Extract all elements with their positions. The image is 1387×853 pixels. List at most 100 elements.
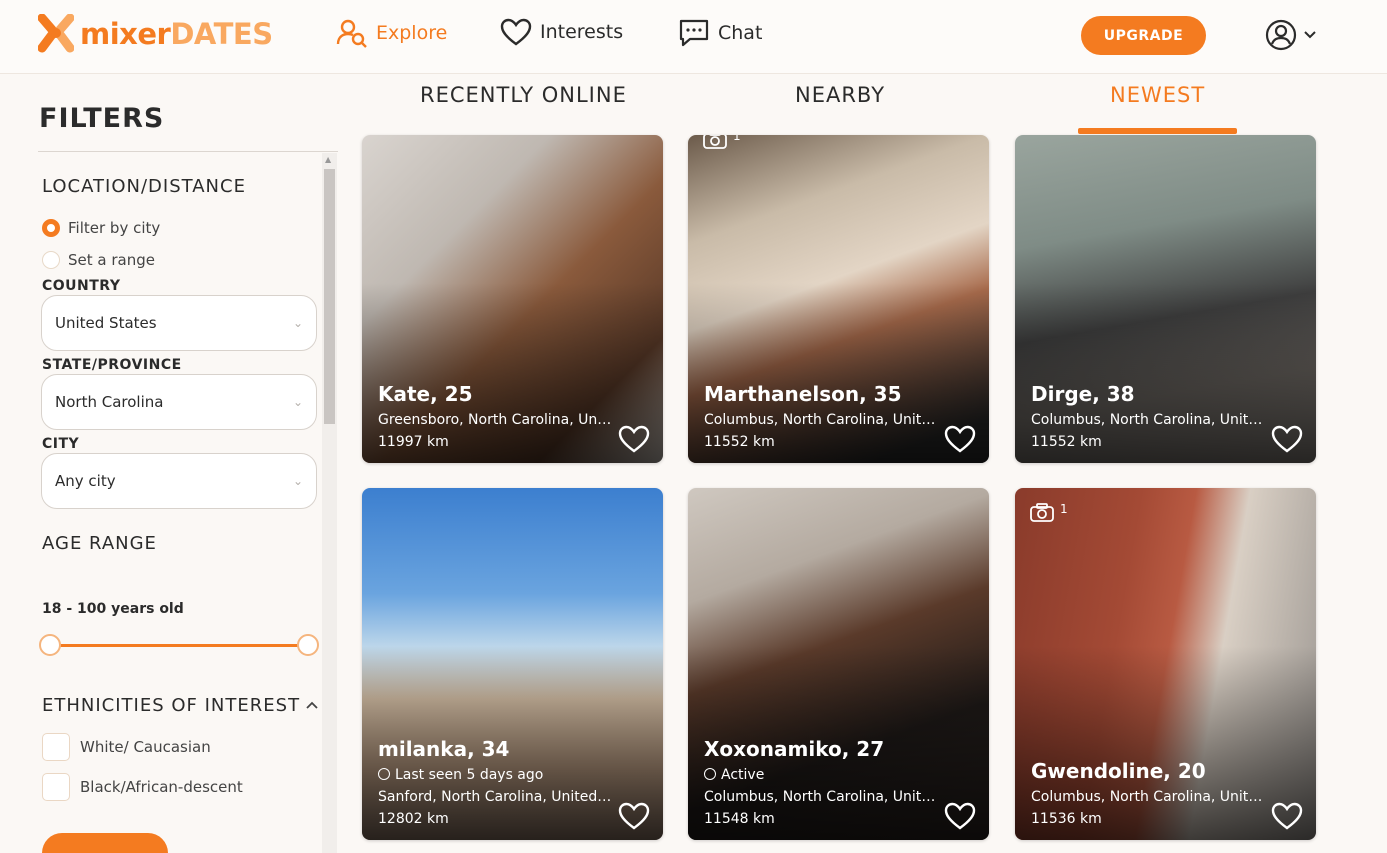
ethnicities-section-title: ETHNICITIES OF INTEREST bbox=[42, 695, 301, 716]
logo-x-icon bbox=[37, 13, 75, 54]
profile-card[interactable]: Xoxonamiko, 27 Active Columbus, North Ca… bbox=[688, 488, 989, 840]
nav-chat[interactable]: Chat bbox=[678, 18, 762, 48]
nav-interests[interactable]: Interests bbox=[500, 18, 623, 46]
photo-count-value: 1 bbox=[733, 135, 741, 143]
profile-name: Xoxonamiko, 27 bbox=[704, 737, 885, 761]
profile-distance: 11552 km bbox=[1031, 434, 1102, 450]
sidebar-scrollbar[interactable]: ▲ bbox=[322, 153, 337, 853]
like-heart-icon[interactable] bbox=[618, 425, 650, 453]
chat-bubble-icon bbox=[679, 19, 709, 47]
city-label: CITY bbox=[42, 436, 80, 452]
account-menu[interactable] bbox=[1265, 19, 1317, 51]
nav-explore-label: Explore bbox=[376, 22, 448, 44]
ethnicity-option-white[interactable]: White/ Caucasian bbox=[42, 733, 211, 761]
filters-title: FILTERS bbox=[39, 103, 165, 134]
checkbox[interactable] bbox=[42, 733, 70, 761]
status-circle-icon bbox=[704, 768, 716, 780]
profile-card[interactable]: 1 Gwendoline, 20 Columbus, North Carolin… bbox=[1015, 488, 1316, 840]
profile-distance: 11536 km bbox=[1031, 811, 1102, 827]
profile-card[interactable]: Dirge, 38 Columbus, North Carolina, Unit… bbox=[1015, 135, 1316, 463]
checkbox-label: Black/African-descent bbox=[80, 778, 243, 796]
photo-count-value: 1 bbox=[1060, 502, 1068, 516]
photo-count: 1 bbox=[1029, 502, 1068, 522]
age-slider-track[interactable] bbox=[50, 644, 308, 647]
logo[interactable]: mixerDATES bbox=[37, 13, 273, 54]
country-select[interactable]: United States ⌄ bbox=[41, 295, 317, 351]
state-label: STATE/PROVINCE bbox=[42, 357, 182, 373]
profile-card[interactable]: milanka, 34 Last seen 5 days ago Sanford… bbox=[362, 488, 663, 840]
like-heart-icon[interactable] bbox=[944, 802, 976, 830]
photo-count: 1 bbox=[702, 135, 741, 149]
profile-location: Sanford, North Carolina, United St... bbox=[378, 789, 613, 805]
top-header: mixerDATES Explore Interests Chat UPGRAD… bbox=[0, 0, 1387, 74]
like-heart-icon[interactable] bbox=[618, 802, 650, 830]
age-section-title: AGE RANGE bbox=[42, 533, 157, 554]
camera-icon bbox=[703, 135, 727, 149]
chevron-down-icon: ⌄ bbox=[292, 474, 303, 488]
profile-card[interactable]: Kate, 25 Greensboro, North Carolina, Uni… bbox=[362, 135, 663, 463]
profile-status: Last seen 5 days ago bbox=[378, 764, 613, 786]
checkbox-label: White/ Caucasian bbox=[80, 738, 211, 756]
filters-sidebar: FILTERS ▲ LOCATION/DISTANCE Filter by ci… bbox=[0, 75, 338, 853]
profile-location: Columbus, North Carolina, United ... bbox=[704, 789, 939, 805]
tab-nearby[interactable]: NEARBY bbox=[795, 83, 885, 107]
profile-info: Gwendoline, 20 Columbus, North Carolina,… bbox=[1031, 759, 1266, 830]
age-slider-max-handle[interactable] bbox=[297, 634, 319, 656]
chevron-down-icon bbox=[1304, 31, 1316, 39]
profile-location: Columbus, North Carolina, United ... bbox=[704, 412, 939, 428]
state-select[interactable]: North Carolina ⌄ bbox=[41, 374, 317, 430]
scroll-up-arrow-icon[interactable]: ▲ bbox=[325, 155, 331, 164]
profile-info: Marthanelson, 35 Columbus, North Carolin… bbox=[704, 382, 939, 453]
scroll-thumb[interactable] bbox=[324, 169, 335, 424]
profile-location: Greensboro, North Carolina, Unite... bbox=[378, 412, 613, 428]
radio-label: Filter by city bbox=[68, 219, 161, 237]
like-heart-icon[interactable] bbox=[1271, 802, 1303, 830]
radio-filter-by-city[interactable]: Filter by city bbox=[42, 219, 160, 237]
profile-distance: 12802 km bbox=[378, 811, 449, 827]
upgrade-button[interactable]: UPGRADE bbox=[1081, 16, 1206, 55]
profile-info: Kate, 25 Greensboro, North Carolina, Uni… bbox=[378, 382, 613, 453]
profile-location: Columbus, North Carolina, United ... bbox=[1031, 789, 1266, 805]
radio-label: Set a range bbox=[68, 251, 155, 269]
chevron-up-icon[interactable] bbox=[305, 700, 319, 710]
profile-distance: 11997 km bbox=[378, 434, 449, 450]
like-heart-icon[interactable] bbox=[944, 425, 976, 453]
tab-recently-online[interactable]: RECENTLY ONLINE bbox=[420, 83, 627, 107]
radio-checked-icon[interactable] bbox=[42, 219, 60, 237]
country-value: United States bbox=[55, 314, 157, 332]
ethnicity-option-black[interactable]: Black/African-descent bbox=[42, 773, 243, 801]
profile-info: Xoxonamiko, 27 Active Columbus, North Ca… bbox=[704, 737, 939, 830]
like-heart-icon[interactable] bbox=[1271, 425, 1303, 453]
user-avatar-icon bbox=[1265, 19, 1297, 51]
profile-info: milanka, 34 Last seen 5 days ago Sanford… bbox=[378, 737, 613, 830]
city-select[interactable]: Any city ⌄ bbox=[41, 453, 317, 509]
age-range-value: 18 - 100 years old bbox=[42, 601, 184, 617]
apply-filters-button[interactable] bbox=[42, 833, 168, 853]
location-section-title: LOCATION/DISTANCE bbox=[42, 176, 246, 197]
tab-newest[interactable]: NEWEST bbox=[1110, 83, 1205, 107]
profile-card[interactable]: 1 Marthanelson, 35 Columbus, North Carol… bbox=[688, 135, 989, 463]
nav-explore[interactable]: Explore bbox=[336, 18, 447, 48]
nav-interests-label: Interests bbox=[540, 21, 624, 43]
profile-name: Dirge, 38 bbox=[1031, 382, 1135, 406]
chevron-down-icon: ⌄ bbox=[292, 316, 303, 330]
camera-icon bbox=[1030, 503, 1054, 522]
chevron-down-icon: ⌄ bbox=[292, 395, 303, 409]
radio-unchecked-icon[interactable] bbox=[42, 251, 60, 269]
age-slider-min-handle[interactable] bbox=[39, 634, 61, 656]
status-circle-icon bbox=[378, 768, 390, 780]
explore-user-search-icon bbox=[336, 19, 367, 48]
profile-info: Dirge, 38 Columbus, North Carolina, Unit… bbox=[1031, 382, 1266, 453]
active-tab-indicator bbox=[1078, 128, 1237, 134]
profile-status: Active bbox=[704, 764, 939, 786]
divider bbox=[38, 151, 338, 152]
radio-set-a-range[interactable]: Set a range bbox=[42, 251, 155, 269]
profile-name: Kate, 25 bbox=[378, 382, 473, 406]
profile-location: Columbus, North Carolina, United ... bbox=[1031, 412, 1266, 428]
profile-name: Gwendoline, 20 bbox=[1031, 759, 1206, 783]
country-label: COUNTRY bbox=[42, 278, 121, 294]
profile-name: milanka, 34 bbox=[378, 737, 510, 761]
profile-distance: 11552 km bbox=[704, 434, 775, 450]
checkbox[interactable] bbox=[42, 773, 70, 801]
logo-text: mixerDATES bbox=[80, 17, 273, 51]
